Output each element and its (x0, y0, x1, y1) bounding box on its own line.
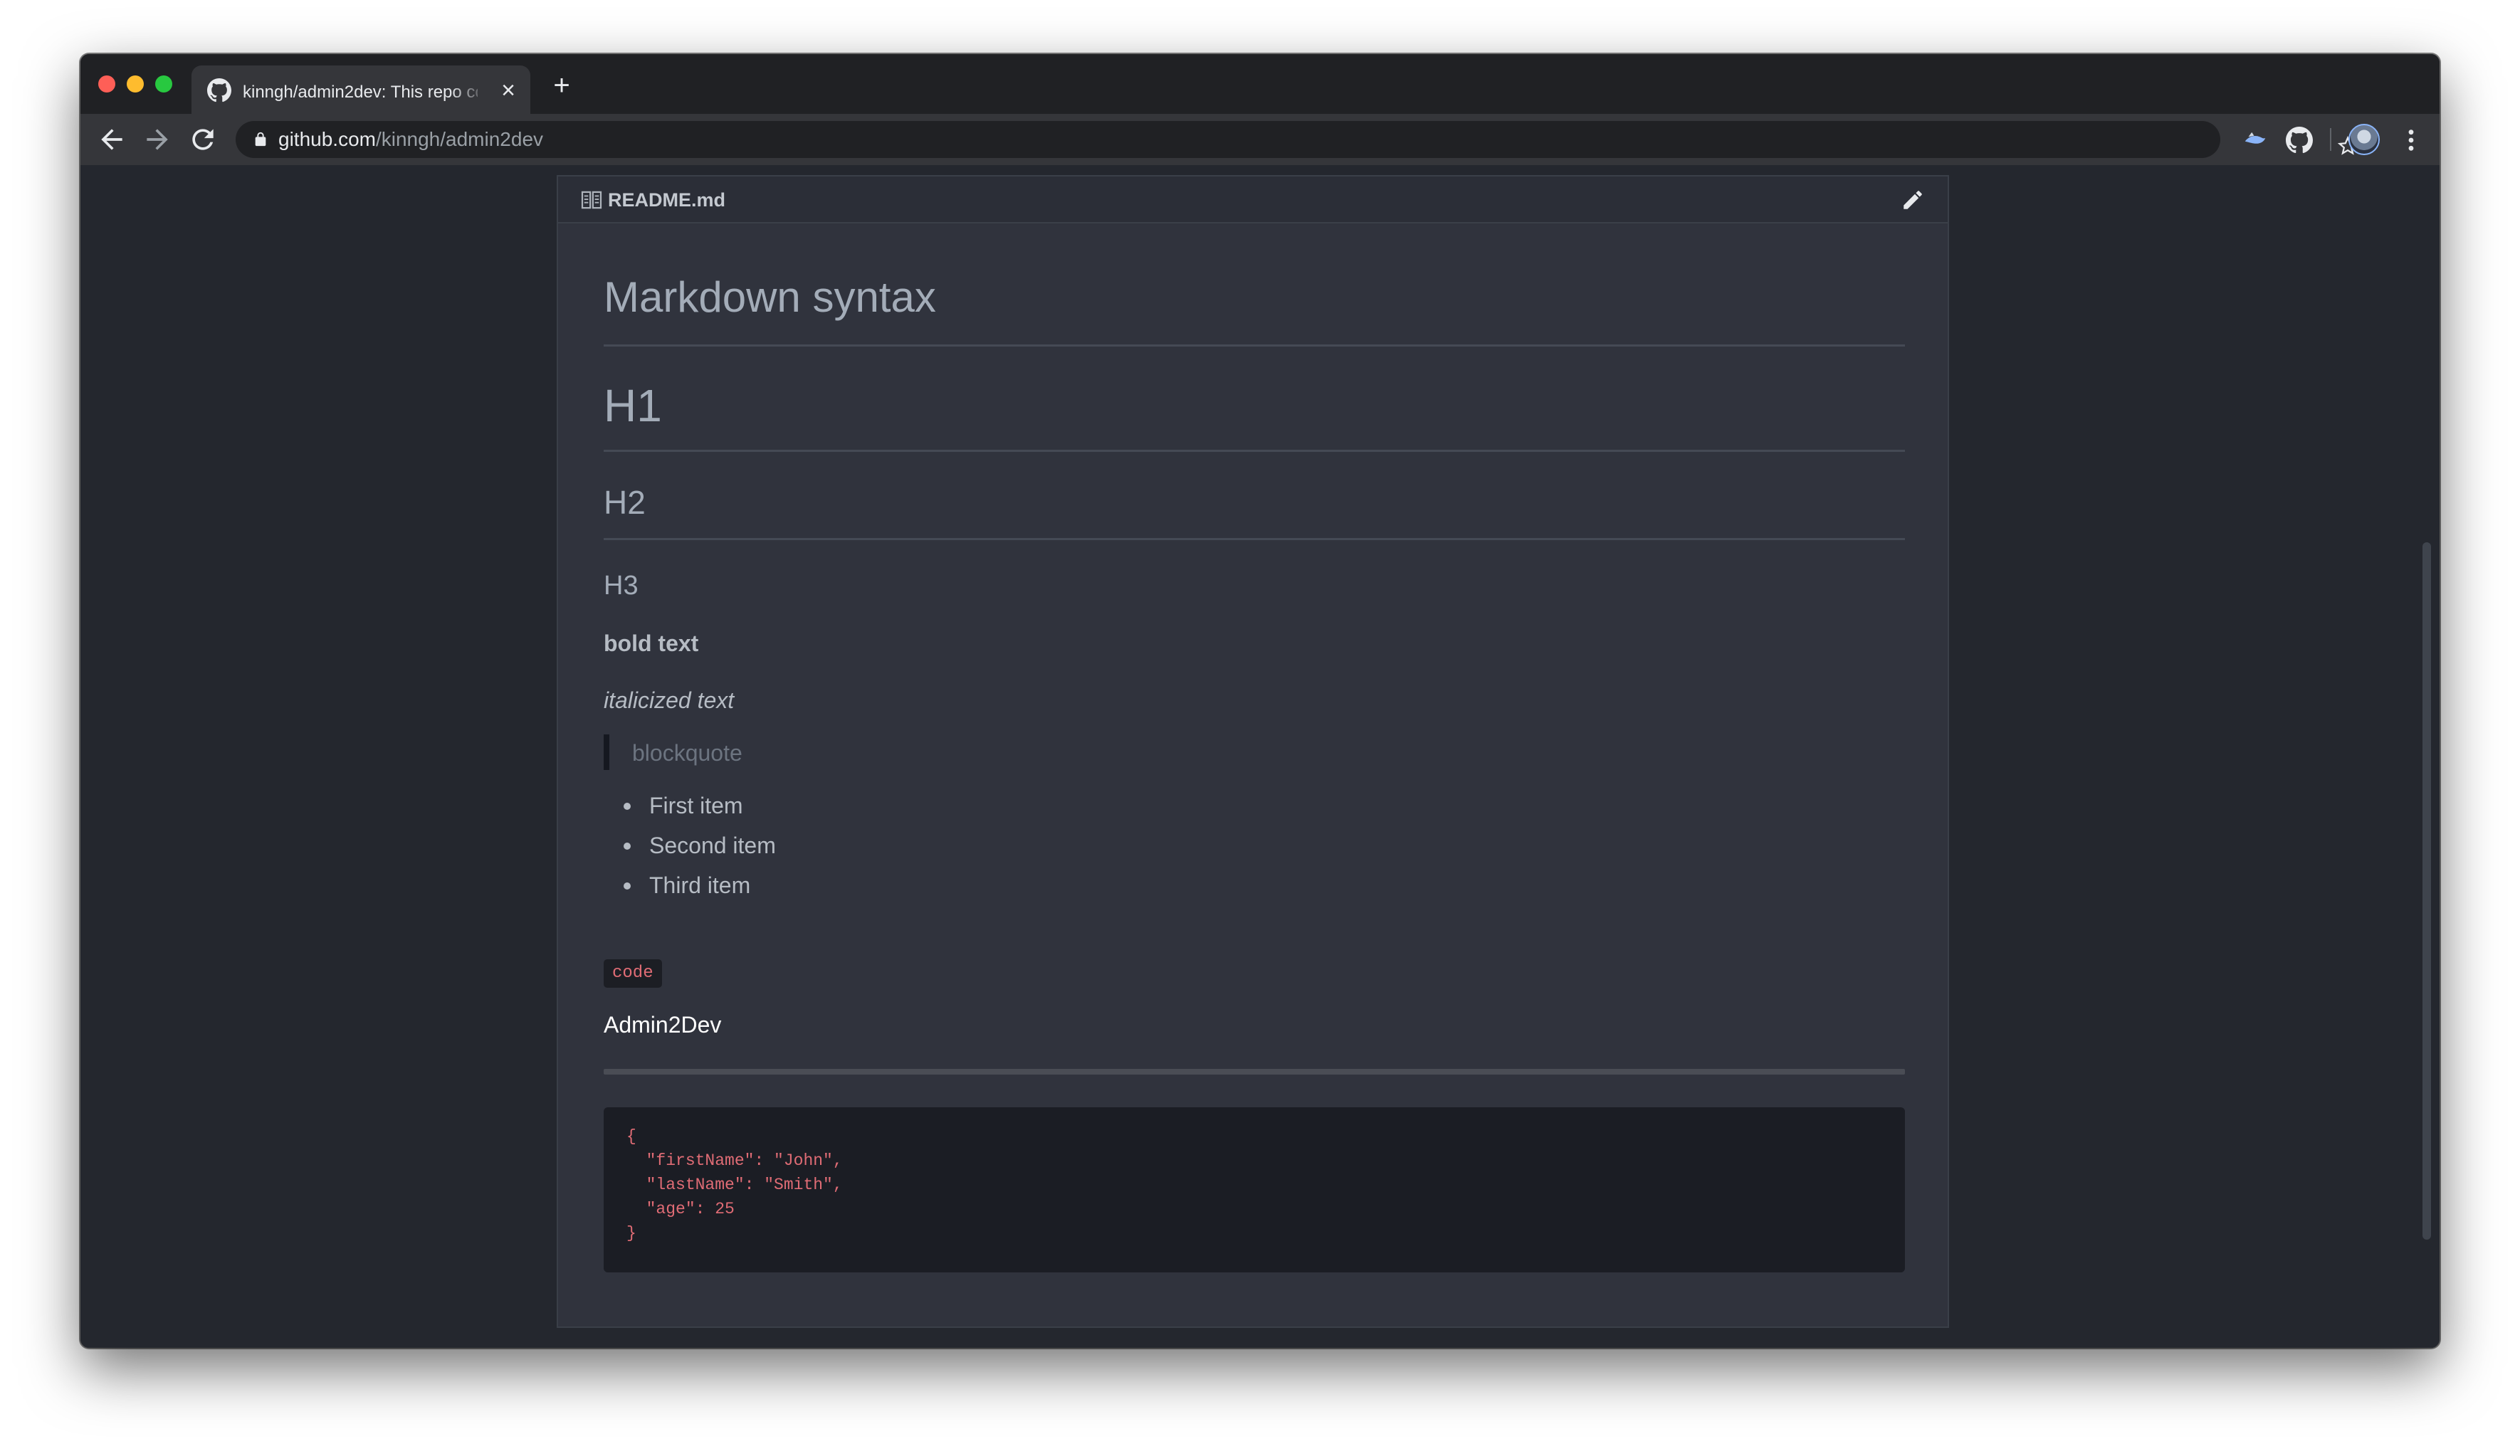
code-line: "age": 25 (626, 1200, 735, 1218)
close-window-button[interactable] (98, 75, 115, 93)
readme-header: README.md (558, 176, 1948, 223)
blockquote-bar (604, 734, 609, 770)
list-item: Third item (604, 871, 1031, 900)
heading-h1: H1 (604, 380, 662, 431)
bullet-dot (624, 843, 631, 850)
code-line: "lastName": "Smith", (626, 1176, 843, 1194)
title-bar: kinngh/admin2dev: This repo contains × + (80, 54, 2440, 114)
scrollbar-thumb[interactable] (2422, 542, 2431, 1240)
code-block: { "firstName": "John", "lastName": "Smit… (604, 1107, 1905, 1272)
list-item: Second item (604, 831, 1031, 860)
github-extension-icon[interactable] (2286, 127, 2313, 154)
blockquote-text: blockquote (632, 740, 742, 766)
forward-icon[interactable] (142, 124, 173, 155)
new-tab-button[interactable]: + (547, 71, 576, 100)
minimize-window-button[interactable] (127, 75, 144, 93)
markdown-title: Markdown syntax (604, 273, 936, 321)
readme-panel: README.md Markdown syntax H1 H2 H3 bold … (557, 175, 1949, 1328)
heading-h3: H3 (604, 571, 639, 601)
url-host: github.com (278, 128, 376, 150)
readme-filename: README.md (608, 189, 726, 211)
bold-text: bold text (604, 631, 699, 656)
reload-icon[interactable] (187, 124, 219, 155)
code-line: { (626, 1127, 636, 1146)
maximize-window-button[interactable] (155, 75, 172, 93)
h1-rule (604, 450, 1905, 452)
bullet-dot (624, 882, 631, 890)
h2-rule (604, 538, 1905, 540)
code-line: } (626, 1224, 636, 1243)
browser-toolbar: github.com/kinngh/admin2dev (80, 114, 2440, 165)
page-viewport: README.md Markdown syntax H1 H2 H3 bold … (80, 165, 2440, 1348)
tab-title-fade (449, 77, 489, 105)
horizontal-rule (604, 1069, 1905, 1075)
italic-text: italicized text (604, 687, 735, 713)
github-icon (207, 78, 231, 102)
list-item-text: Second item (649, 833, 776, 858)
page-scrollbar[interactable] (2422, 165, 2437, 1348)
list-item-text: Third item (649, 872, 751, 898)
list-item-text: First item (649, 793, 743, 818)
pencil-icon[interactable] (1901, 188, 1925, 212)
url-text: github.com/kinngh/admin2dev (278, 128, 543, 151)
heading-h2: H2 (604, 484, 646, 521)
admin2dev-text: Admin2Dev (604, 1012, 722, 1038)
extension-icon[interactable] (2242, 127, 2269, 154)
back-icon[interactable] (96, 124, 127, 155)
inline-code: code (604, 959, 662, 988)
browser-tab[interactable]: kinngh/admin2dev: This repo contains × (191, 65, 530, 114)
book-icon (581, 191, 602, 209)
menu-icon[interactable] (2407, 128, 2415, 152)
title-rule (604, 344, 1905, 347)
lock-icon (255, 132, 266, 147)
address-bar[interactable]: github.com/kinngh/admin2dev (236, 121, 2358, 158)
code-line: "firstName": "John", (626, 1151, 843, 1170)
bullet-dot (624, 803, 631, 810)
tab-close-button[interactable]: × (498, 78, 519, 102)
profile-avatar[interactable] (2348, 124, 2380, 155)
toolbar-divider (2330, 128, 2331, 151)
list-item: First item (604, 791, 1031, 820)
tab-title: kinngh/admin2dev: This repo contains (243, 83, 478, 102)
url-path: /kinngh/admin2dev (375, 128, 544, 150)
browser-window: kinngh/admin2dev: This repo contains × +… (80, 54, 2440, 1348)
